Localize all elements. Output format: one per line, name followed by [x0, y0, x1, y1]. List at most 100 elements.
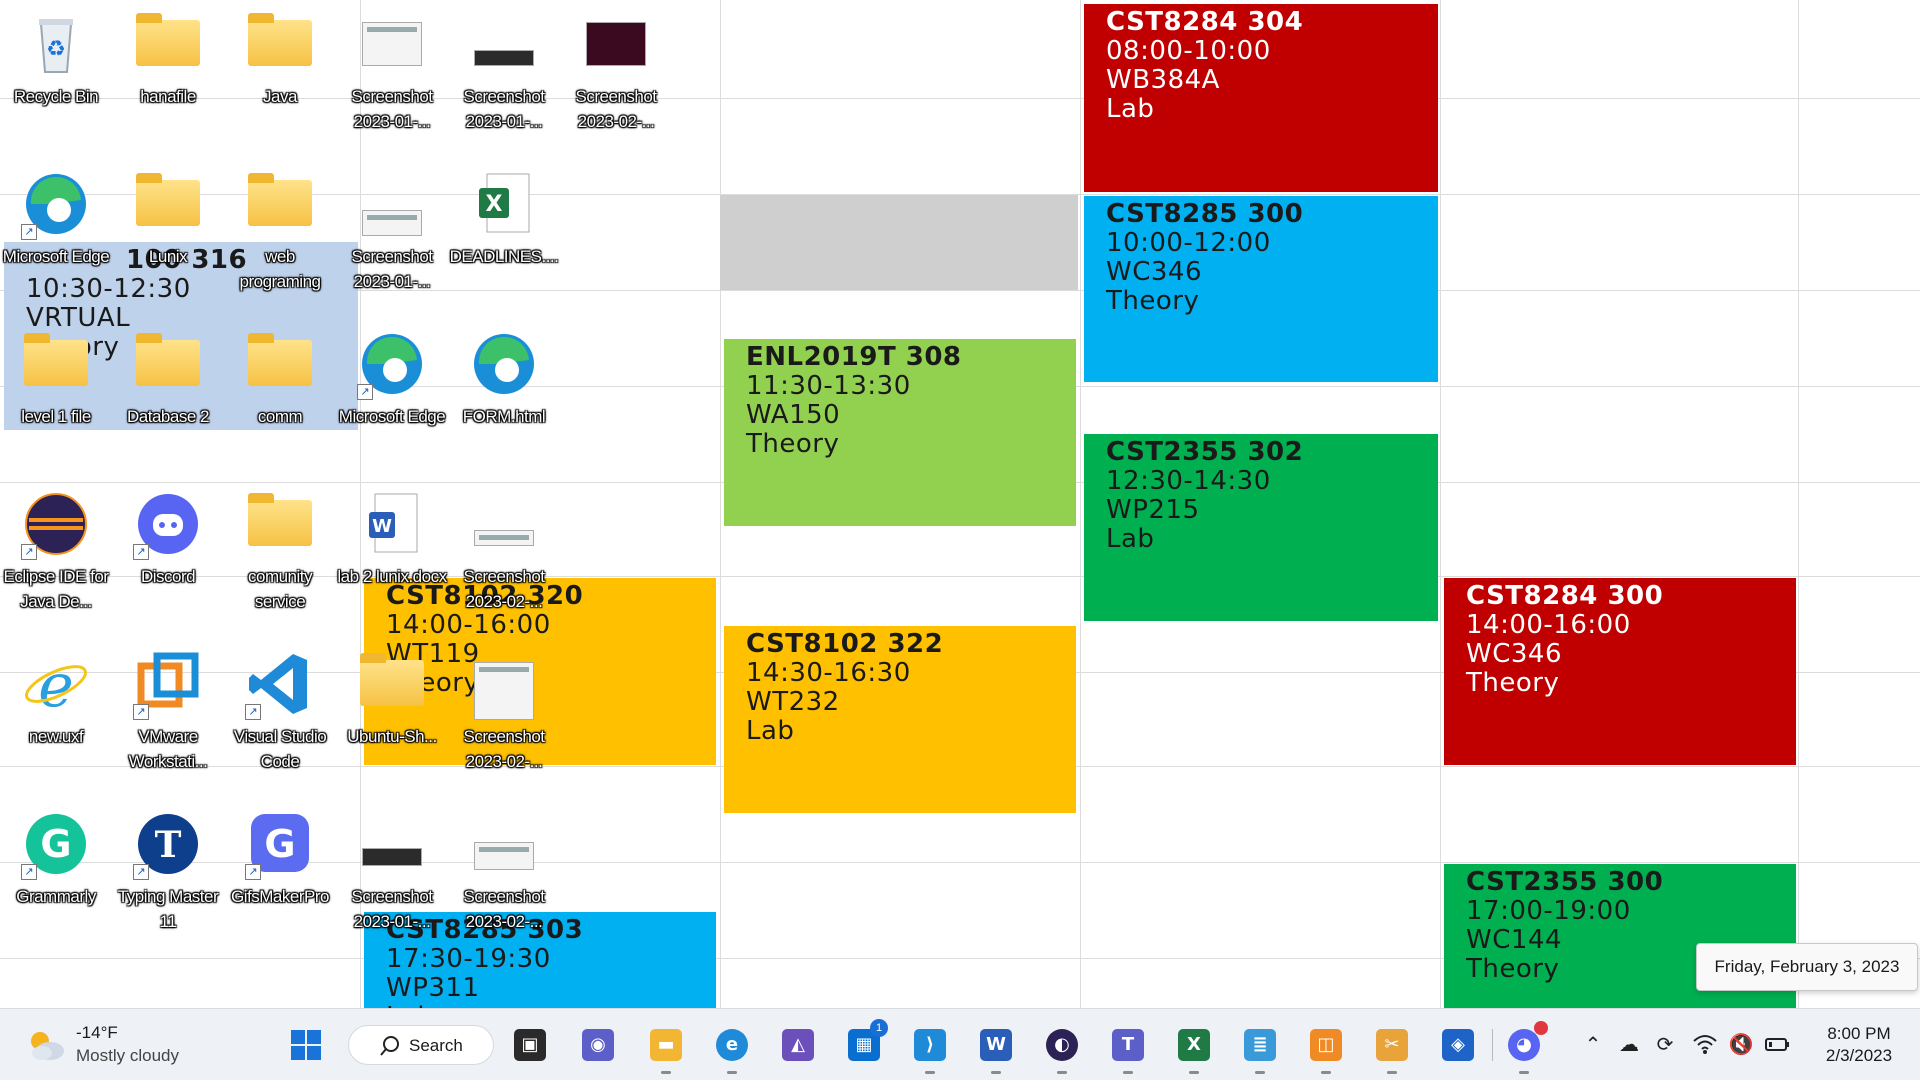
desktop-icon-label: Visual Studio Code	[233, 727, 327, 771]
folder-icon	[357, 650, 427, 718]
desktop-icon-microsoft-edge[interactable]: ↗ Microsoft Edge	[336, 320, 448, 470]
event-type: Lab	[746, 716, 795, 746]
desktop-icon-screenshot[interactable]: Screenshot 2023-01-...	[336, 0, 448, 150]
vscode-button[interactable]: ⟩	[908, 1023, 952, 1074]
folder-icon	[245, 170, 315, 238]
desktop-icon-label: Screenshot 2023-01-...	[463, 87, 546, 131]
desktop-icon-screenshot[interactable]: Screenshot 2023-01-...	[336, 160, 448, 310]
teams-icon: T	[1112, 1029, 1144, 1061]
desktop-icon-form-html[interactable]: FORM.html	[448, 320, 560, 470]
taskbar-search[interactable]: Search	[348, 1025, 494, 1065]
copilot-icon: ◈	[1442, 1029, 1474, 1061]
desktop-icon-label: Grammarly	[16, 887, 96, 906]
desktop-icon-screenshot[interactable]: Screenshot 2023-02-...	[448, 800, 560, 950]
desktop-icon-deadlines[interactable]: X DEADLINES....	[448, 160, 560, 310]
desktop-icon-label: hanafile	[140, 87, 196, 106]
desktop-icon-screenshot[interactable]: Screenshot 2023-02-...	[448, 640, 560, 790]
desktop-icon-hanafile[interactable]: hanafile	[112, 0, 224, 150]
word-file-icon: W	[357, 490, 427, 558]
desktop-icon-java[interactable]: Java	[224, 0, 336, 150]
grid-line	[1080, 0, 1081, 1008]
desktop-icon-screenshot[interactable]: Screenshot 2023-02-...	[560, 0, 672, 150]
desktop-icon-screenshot[interactable]: Screenshot 2023-01-...	[336, 800, 448, 950]
schedule-event: ENL2019T 308 11:30-13:30 WA150 Theory	[724, 339, 1076, 526]
edge-button[interactable]: e	[710, 1023, 754, 1074]
desktop-icon-lunix[interactable]: Lunix	[112, 160, 224, 310]
desktop-icon-comm[interactable]: comm	[224, 320, 336, 470]
start-button[interactable]	[284, 1023, 328, 1067]
desktop-icon-eclipse[interactable]: ↗ Eclipse IDE for Java De...	[0, 480, 112, 630]
folder-icon	[133, 330, 203, 398]
show-hidden-icons-chevron-up-icon[interactable]: ⌃	[1580, 1031, 1606, 1057]
discord-icon: ↗	[133, 490, 203, 560]
desktop-icon-new-uxf[interactable]: e new.uxf	[0, 640, 112, 790]
windows-logo-icon	[290, 1029, 322, 1061]
desktop-icon-level-1-file[interactable]: level 1 file	[0, 320, 112, 470]
desktop-icon-screenshot[interactable]: Screenshot 2023-01-...	[448, 0, 560, 150]
sync-icon[interactable]: ⟳	[1652, 1031, 1678, 1057]
edge-html-icon	[469, 330, 539, 398]
screenshot-thumbnail-icon	[469, 650, 539, 720]
desktop-icon-label: comm	[257, 407, 303, 426]
weather-widget[interactable]: -14°F Mostly cloudy	[20, 1019, 220, 1071]
desktop-icon-label: Screenshot 2023-02-...	[575, 87, 658, 131]
wifi-icon[interactable]	[1692, 1031, 1718, 1057]
battery-icon[interactable]	[1764, 1031, 1790, 1057]
desktop-icon-label: lab 2 lunix.docx	[337, 567, 447, 586]
teams-chat-button[interactable]: ◉	[576, 1023, 620, 1067]
desktop-icon-lab-2-lunix[interactable]: W lab 2 lunix.docx	[336, 480, 448, 630]
running-indicator	[925, 1071, 935, 1074]
speaker-muted-icon[interactable]: 🔇	[1728, 1031, 1754, 1057]
desktop-icon-microsoft-edge[interactable]: ↗ Microsoft Edge	[0, 160, 112, 310]
desktop-icon-recycle-bin[interactable]: ♻ Recycle Bin	[0, 0, 112, 150]
file-explorer-button[interactable]: ▬	[644, 1023, 688, 1074]
schedule-event: CST8284 300 14:00-16:00 WC346 Theory	[1444, 578, 1796, 765]
running-indicator	[1123, 1071, 1133, 1074]
desktop-icon-label: comunity service	[247, 567, 313, 611]
eclipse-button[interactable]: ◐	[1040, 1023, 1084, 1074]
desktop-icon-grammarly[interactable]: G ↗ Grammarly	[0, 800, 112, 950]
onedrive-cloud-icon[interactable]: ☁	[1616, 1031, 1642, 1057]
desktop-icon-ubuntu-sh[interactable]: Ubuntu-Sh...	[336, 640, 448, 790]
desktop-icon-visual-studio-code[interactable]: ↗ Visual Studio Code	[224, 640, 336, 790]
task-view-icon: ▣	[514, 1029, 546, 1061]
excel-button[interactable]: X	[1172, 1023, 1216, 1074]
file-explorer-icon: ▬	[650, 1029, 682, 1061]
screenshot-thumbnail-icon	[357, 10, 427, 78]
desktop-icon-label: VMware Workstati...	[128, 727, 208, 771]
desktop-icon-screenshot[interactable]: Screenshot 2023-02-...	[448, 480, 560, 630]
desktop-icon-label: Screenshot 2023-01-...	[351, 87, 434, 131]
copilot-button[interactable]: ◈	[1436, 1023, 1480, 1067]
desktop-icon-label: Microsoft Edge	[2, 247, 110, 266]
running-indicator	[1387, 1071, 1397, 1074]
desktop-icon-vmware[interactable]: ↗ VMware Workstati...	[112, 640, 224, 790]
grammarly-icon: G ↗	[21, 810, 91, 880]
event-type: Theory	[746, 429, 840, 459]
desktop-icon-label: Ubuntu-Sh...	[347, 727, 437, 746]
desktop-icon-database-2[interactable]: Database 2	[112, 320, 224, 470]
microsoft-store-button[interactable]: ▦ 1	[842, 1019, 888, 1067]
task-view-button[interactable]: ▣	[508, 1023, 552, 1067]
discord-button[interactable]: ◕	[1502, 1021, 1548, 1074]
vmware-icon: ↗	[133, 650, 203, 720]
weather-temperature: -14°F	[76, 1023, 118, 1042]
event-time: 17:00-19:00	[1466, 896, 1631, 926]
grid-line	[1798, 0, 1799, 1008]
running-indicator	[1321, 1071, 1331, 1074]
date-tooltip: Friday, February 3, 2023	[1696, 943, 1918, 991]
desktop-icon-typing-master[interactable]: T ↗ Typing Master 11	[112, 800, 224, 950]
teams-button[interactable]: T	[1106, 1023, 1150, 1074]
desktop-icon-discord[interactable]: ↗ Discord	[112, 480, 224, 630]
word-icon: W	[980, 1029, 1012, 1061]
desktop-icon-label: web programing	[239, 247, 322, 291]
desktop-icon-web-programing[interactable]: web programing	[224, 160, 336, 310]
desktop-icon-gifsmakerpro[interactable]: G ↗ GifsMakerPro	[224, 800, 336, 950]
desktop-icon-comunity-service[interactable]: comunity service	[224, 480, 336, 630]
notepad-button[interactable]: ≣	[1238, 1023, 1282, 1074]
clock[interactable]: 8:00 PM 2/3/2023	[1804, 1023, 1914, 1067]
visual-studio-button[interactable]: ◭	[776, 1023, 820, 1067]
grid-line	[1440, 0, 1441, 1008]
word-button[interactable]: W	[974, 1023, 1018, 1074]
vmware-button[interactable]: ◫	[1304, 1023, 1348, 1074]
snipping-tool-button[interactable]: ✂	[1370, 1023, 1414, 1074]
